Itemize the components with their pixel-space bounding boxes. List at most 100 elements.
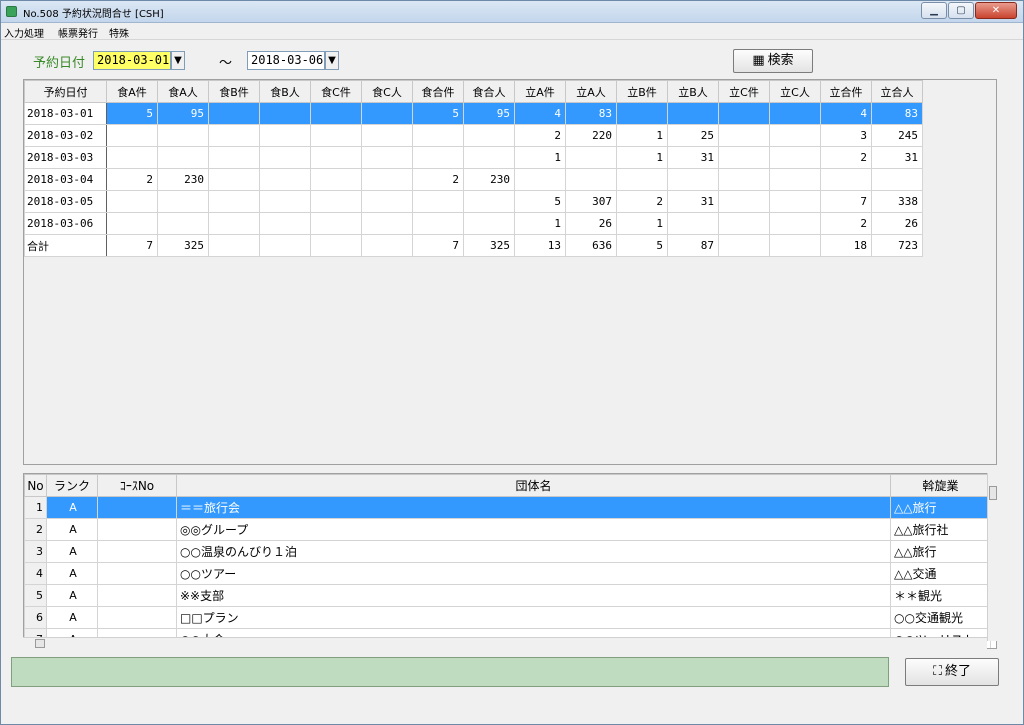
scroll-thumb[interactable] [35, 639, 45, 648]
table-cell: 31 [667, 190, 719, 213]
table-cell [208, 168, 260, 191]
table-cell: 3 [24, 540, 47, 563]
column-header[interactable]: 立合人 [871, 80, 923, 103]
status-bar [11, 657, 889, 687]
table-cell [514, 168, 566, 191]
table-cell [157, 212, 209, 235]
table-row[interactable]: 2018-03-04 2 230 2 230 [24, 168, 923, 191]
column-header[interactable]: 立合件 [820, 80, 872, 103]
column-header[interactable]: ランク [46, 474, 98, 497]
search-button[interactable]: ▦ 検索 [733, 49, 813, 73]
column-header[interactable]: 斡旋業 [890, 474, 991, 497]
table-row[interactable]: 2018-03-03 1 1 31 2 31 [24, 146, 923, 169]
scroll-thumb[interactable] [989, 486, 997, 500]
table-row[interactable]: 合計 7 325 7 325 13 636 5 87 18 723 [24, 234, 923, 257]
table-cell [208, 234, 260, 257]
table-cell: □□プラン [176, 606, 891, 629]
app-icon [6, 6, 17, 17]
menu-input[interactable]: 入力処理 [4, 25, 44, 40]
from-date-dropdown-icon[interactable]: ▼ [171, 51, 185, 70]
table-row[interactable]: 2018-03-02 2 220 1 25 3 245 [24, 124, 923, 147]
column-header[interactable]: 立B件 [616, 80, 668, 103]
list-item[interactable]: 2 A ◎◎グループ △△旅行社 [24, 518, 991, 541]
to-date-dropdown-icon[interactable]: ▼ [325, 51, 339, 70]
list-item[interactable]: 4 A ○○ツアー △△交通 [24, 562, 991, 585]
table-cell: A [46, 562, 98, 585]
table-cell [565, 146, 617, 169]
table-cell: 2 [106, 168, 158, 191]
column-header[interactable]: No [24, 474, 47, 497]
group-list[interactable]: No ランク ｺｰｽNo 団体名 斡旋業 1 A ＝＝旅行会 △△旅行 2 A ◎◎グループ △△旅行… [23, 473, 997, 649]
column-header[interactable]: 食B件 [208, 80, 260, 103]
column-header[interactable]: 立A人 [565, 80, 617, 103]
column-header[interactable]: 立C人 [769, 80, 821, 103]
table-cell [361, 146, 413, 169]
column-header[interactable]: 食合件 [412, 80, 464, 103]
table-cell: 83 [565, 102, 617, 125]
table-cell [157, 146, 209, 169]
table-cell: 2 [616, 190, 668, 213]
table-cell [667, 212, 719, 235]
close-button-label: 終了 [945, 664, 972, 679]
table-cell [361, 124, 413, 147]
column-header[interactable]: ｺｰｽNo [97, 474, 177, 497]
table-cell: 26 [565, 212, 617, 235]
app-window: No.508 予約状況問合せ [CSH] ▁ ▢ ✕ 入力処理 帳票発行 特殊 … [0, 0, 1024, 725]
maximize-icon[interactable]: ▢ [948, 2, 974, 19]
table-cell: 2 [820, 212, 872, 235]
column-header[interactable]: 立B人 [667, 80, 719, 103]
table-cell [97, 584, 177, 607]
table-row[interactable]: 2018-03-05 5 307 2 31 7 338 [24, 190, 923, 213]
table-cell: 1 [24, 496, 47, 519]
table-cell [97, 496, 177, 519]
menu-report[interactable]: 帳票発行 [58, 25, 98, 40]
column-header[interactable]: 立C件 [718, 80, 770, 103]
column-header[interactable]: 食C件 [310, 80, 362, 103]
table-row[interactable]: 2018-03-06 1 26 1 2 26 [24, 212, 923, 235]
to-date-input[interactable]: 2018-03-06 [247, 51, 325, 70]
table-cell: 31 [871, 146, 923, 169]
list-item[interactable]: 3 A ○○温泉のんびり１泊 △△旅行 [24, 540, 991, 563]
column-header[interactable]: 食C人 [361, 80, 413, 103]
menu-special[interactable]: 特殊 [109, 25, 129, 40]
column-header[interactable]: 食合人 [463, 80, 515, 103]
table-cell: 83 [871, 102, 923, 125]
table-cell: 5 [514, 190, 566, 213]
list-item[interactable]: 1 A ＝＝旅行会 △△旅行 [24, 496, 991, 519]
table-cell: 230 [463, 168, 515, 191]
table-cell: 95 [463, 102, 515, 125]
table-cell [208, 102, 260, 125]
row-date: 2018-03-01 [24, 102, 107, 125]
list-item[interactable]: 6 A □□プラン ○○交通観光 [24, 606, 991, 629]
table-cell [97, 606, 177, 629]
group-list-vertical-scrollbar[interactable] [987, 473, 997, 641]
group-list-horizontal-scrollbar[interactable] [23, 637, 987, 649]
close-icon[interactable]: ✕ [975, 2, 1017, 19]
table-cell: ＝＝旅行会 [176, 496, 891, 519]
table-cell [463, 146, 515, 169]
table-cell: ※※支部 [176, 584, 891, 607]
column-header[interactable]: 団体名 [176, 474, 891, 497]
minimize-icon[interactable]: ▁ [921, 2, 947, 19]
table-cell [769, 146, 821, 169]
row-date: 2018-03-03 [24, 146, 107, 169]
list-item[interactable]: 5 A ※※支部 ＊＊観光 [24, 584, 991, 607]
table-cell: 7 [106, 234, 158, 257]
column-header[interactable]: 食A人 [157, 80, 209, 103]
table-cell: 25 [667, 124, 719, 147]
summary-table: 予約日付 食A件 食A人 食B件 食B人 食C件 食C人 食合件 食合人 立A件 立A人 立B件 立B人… [24, 80, 923, 257]
column-header[interactable]: 食B人 [259, 80, 311, 103]
table-cell: A [46, 496, 98, 519]
from-date-input[interactable]: 2018-03-01 [93, 51, 171, 70]
column-header[interactable]: 立A件 [514, 80, 566, 103]
column-header[interactable]: 予約日付 [24, 80, 107, 103]
table-cell [310, 234, 362, 257]
table-cell: △△交通 [890, 562, 991, 585]
table-row[interactable]: 2018-03-01 5 95 5 95 4 83 4 83 [24, 102, 923, 125]
table-cell: 7 [412, 234, 464, 257]
column-header[interactable]: 食A件 [106, 80, 158, 103]
close-button[interactable]: ⛶ 終了 [905, 658, 999, 686]
reservation-summary-grid[interactable]: 予約日付 食A件 食A人 食B件 食B人 食C件 食C人 食合件 食合人 立A件 立A人 立B件 立B人… [23, 79, 997, 465]
window-title: No.508 予約状況問合せ [CSH] [23, 9, 164, 20]
table-cell [616, 168, 668, 191]
